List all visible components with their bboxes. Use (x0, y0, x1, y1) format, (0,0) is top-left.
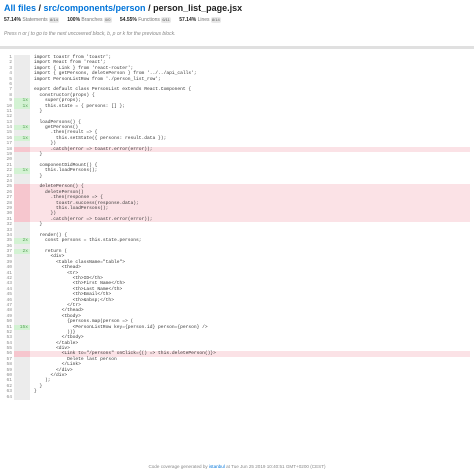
stat-branches: 100% Branches 0/0 (67, 17, 112, 24)
hit-count (14, 394, 30, 400)
istanbul-link[interactable]: istanbul (209, 464, 225, 469)
source-text (30, 395, 470, 400)
stat-label: Functions (138, 17, 160, 23)
code-line: 64 (4, 394, 470, 400)
stat-pct: 54.55% (119, 17, 137, 23)
source-code-table: 1 import toastr from 'toastr'; 2 import Rea… (4, 55, 470, 400)
stat-fraction: 6/11 (161, 17, 171, 23)
stat-fraction: 0/0 (103, 17, 112, 23)
stat-label: Branches (81, 17, 103, 23)
stat-functions: 54.55% Functions 6/11 (120, 17, 171, 24)
stat-fraction: 8/14 (210, 17, 221, 23)
stat-pct: 57.14% (4, 17, 21, 23)
breadcrumb-separator: / (145, 3, 154, 13)
keyboard-hint: Press n or j to go to the next uncovered… (4, 31, 176, 37)
stat-pct: 100% (67, 17, 81, 23)
line-number[interactable]: 64 (4, 395, 14, 400)
footer-suffix: at Tue Jun 25 2019 10:40:51 GMT+0200 (CE… (224, 464, 326, 469)
stat-fraction: 8/14 (49, 17, 59, 23)
stat-pct: 57.14% (179, 17, 197, 23)
report-header: All files / src/components/person / pers… (0, 0, 474, 38)
coverage-summary: 57.14% Statements 8/14 100% Branches 0/0… (4, 17, 470, 24)
breadcrumb-separator: / (36, 3, 44, 13)
footer-prefix: Code coverage generated by (148, 464, 209, 469)
coverage-status-bar (0, 46, 474, 49)
stat-label: Lines (197, 17, 210, 23)
stat-label: Statements (22, 17, 48, 23)
breadcrumb-file: person_list_page.jsx (153, 3, 243, 13)
breadcrumb-all-files-link[interactable]: All files (4, 3, 36, 13)
stat-lines: 57.14% Lines 8/14 (179, 17, 221, 24)
breadcrumb-directory-link[interactable]: src/components/person (44, 3, 146, 13)
breadcrumb: All files / src/components/person / pers… (4, 3, 470, 14)
footer: Code coverage generated by istanbul at T… (0, 464, 474, 469)
stat-statements: 57.14% Statements 8/14 (4, 17, 59, 24)
